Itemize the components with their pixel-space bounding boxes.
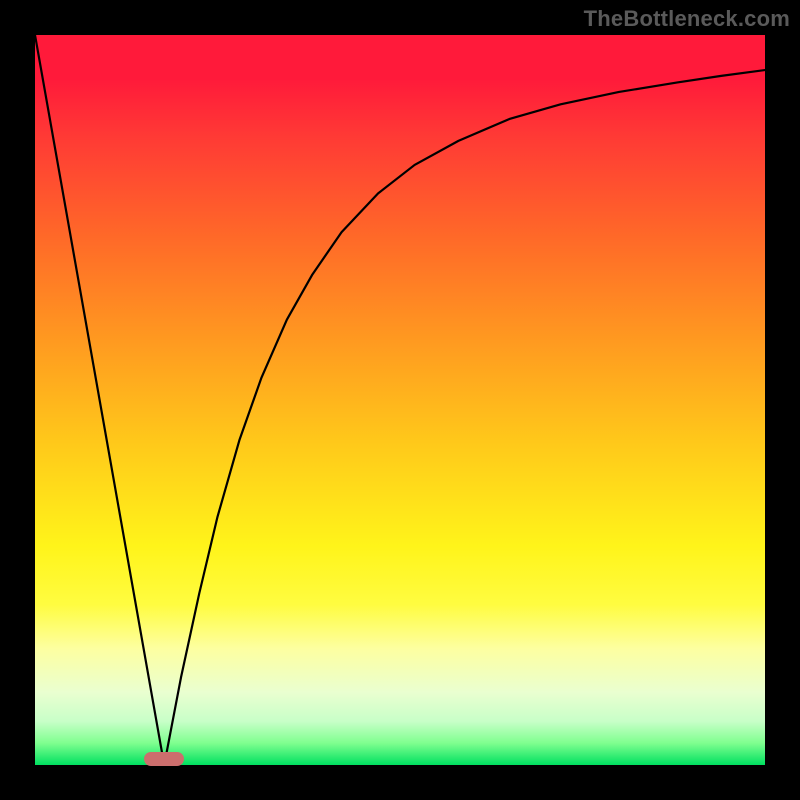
- curve-layer: [35, 35, 765, 765]
- watermark-label: TheBottleneck.com: [584, 6, 790, 32]
- minimum-marker: [144, 752, 184, 766]
- curve-right-branch: [164, 70, 765, 765]
- curve-left-branch: [35, 35, 164, 765]
- chart-frame: TheBottleneck.com: [0, 0, 800, 800]
- plot-area: [35, 35, 765, 765]
